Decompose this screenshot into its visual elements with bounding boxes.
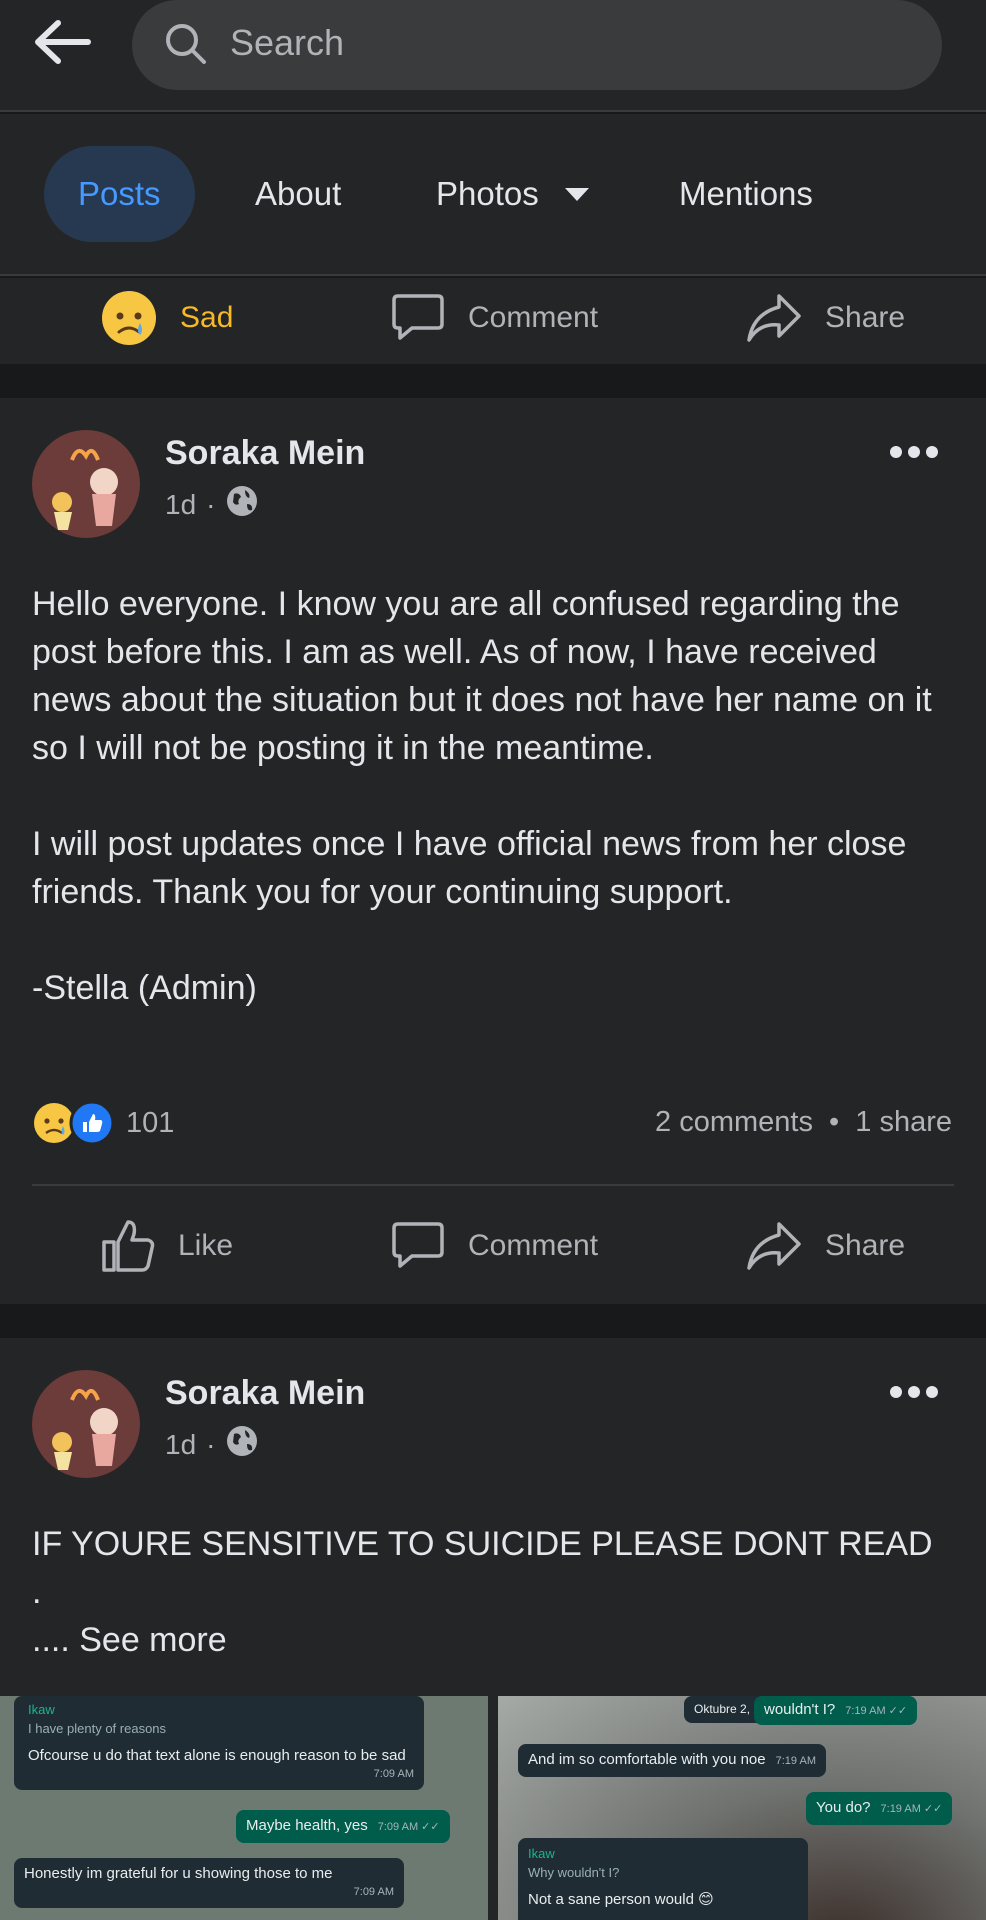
comment-button[interactable]: Comment bbox=[390, 278, 598, 358]
message-text: wouldn't I? bbox=[764, 1701, 836, 1718]
post-text: Hello everyone. I know you are all confu… bbox=[32, 580, 952, 1012]
quote-sender: Ikaw bbox=[528, 1846, 555, 1861]
sent-message: Maybe health, yes 7:09 AM ✓✓ bbox=[236, 1810, 450, 1843]
received-message: And im so comfortable with you noe 7:19 A… bbox=[518, 1744, 826, 1777]
message-time: 7:09 AM bbox=[353, 1886, 394, 1898]
divider bbox=[32, 1184, 954, 1186]
message-time: 7:09 AM ✓✓ bbox=[377, 1821, 440, 1833]
see-more-link[interactable]: .... See more bbox=[32, 1616, 952, 1664]
share-label: Share bbox=[825, 1229, 906, 1262]
post-text: IF YOURE SENSITIVE TO SUICIDE PLEASE DON… bbox=[32, 1520, 952, 1664]
globe-icon bbox=[225, 484, 259, 525]
share-icon bbox=[745, 292, 803, 344]
sent-message: wouldn't I? 7:19 AM ✓✓ bbox=[754, 1696, 918, 1725]
quote-sender: Ikaw bbox=[28, 1702, 55, 1717]
message-text: And im so comfortable with you noe bbox=[528, 1751, 766, 1768]
back-arrow-icon[interactable] bbox=[30, 14, 100, 74]
comment-label: Comment bbox=[468, 1229, 599, 1262]
post-paragraph: IF YOURE SENSITIVE TO SUICIDE PLEASE DON… bbox=[32, 1525, 933, 1563]
reaction-summary[interactable]: 101 bbox=[32, 1100, 174, 1146]
sent-message: You do? 7:19 AM ✓✓ bbox=[806, 1792, 953, 1825]
tab-posts[interactable]: Posts bbox=[44, 146, 195, 242]
message-text: You do? bbox=[816, 1799, 871, 1816]
message-time: 7:09 AM bbox=[373, 1768, 414, 1780]
comment-count[interactable]: 2 comments bbox=[655, 1106, 813, 1138]
chevron-down-icon bbox=[564, 187, 589, 201]
post-author[interactable]: Soraka Mein bbox=[165, 1374, 365, 1413]
more-options-icon[interactable] bbox=[890, 1386, 938, 1398]
share-button[interactable]: Share bbox=[745, 278, 905, 358]
comment-icon bbox=[390, 292, 446, 344]
tab-photos[interactable]: Photos bbox=[436, 146, 589, 242]
reaction-count: 101 bbox=[126, 1106, 175, 1139]
quote-text: I have plenty of reasons bbox=[28, 1721, 167, 1736]
count-separator: • bbox=[829, 1106, 840, 1138]
post-paragraph: -Stella (Admin) bbox=[32, 969, 257, 1007]
tab-about[interactable]: About bbox=[255, 146, 341, 242]
post-card: Soraka Mein 1d · Hello everyone. I know … bbox=[0, 398, 986, 1304]
message-text: Not a sane person would 😊 bbox=[528, 1891, 714, 1908]
received-message: Ikaw Why wouldn't I? Not a sane person w… bbox=[518, 1838, 808, 1920]
comment-label: Comment bbox=[468, 301, 599, 334]
avatar[interactable] bbox=[32, 1370, 140, 1478]
sad-emoji-icon bbox=[100, 289, 158, 347]
reaction-icons bbox=[34, 1100, 115, 1146]
quoted-message: Ikaw I have plenty of reasons Ofcourse u… bbox=[14, 1696, 424, 1790]
thumbs-up-icon bbox=[100, 1218, 156, 1274]
share-button[interactable]: Share bbox=[745, 1206, 905, 1286]
profile-tabs: Posts About Photos Mentions bbox=[0, 114, 986, 276]
search-placeholder: Search bbox=[230, 22, 345, 63]
message-text: Honestly im grateful for u showing those… bbox=[24, 1865, 333, 1882]
post-meta: 1d · bbox=[165, 484, 259, 525]
post-image[interactable]: Oktubre 2, 2022 wouldn't I? 7:19 AM ✓✓ An… bbox=[498, 1696, 986, 1920]
quote-text: Why wouldn't I? bbox=[528, 1865, 620, 1880]
message-text: Ofcourse u do that text alone is enough … bbox=[28, 1747, 406, 1764]
post-paragraph: Hello everyone. I know you are all confu… bbox=[32, 585, 932, 767]
avatar[interactable] bbox=[32, 430, 140, 538]
post-meta: 1d · bbox=[165, 1424, 259, 1465]
share-icon bbox=[745, 1220, 803, 1272]
more-options-icon[interactable] bbox=[890, 446, 938, 458]
search-input[interactable]: Search bbox=[132, 0, 942, 90]
message-time: 7:19 AM ✓✓ bbox=[880, 1803, 943, 1815]
post-time[interactable]: 1d bbox=[165, 489, 196, 521]
post-author[interactable]: Soraka Mein bbox=[165, 434, 365, 473]
message-time: 7:19 AM bbox=[775, 1755, 816, 1767]
message-time: 7:19 AM ✓✓ bbox=[845, 1705, 908, 1717]
like-label: Like bbox=[178, 1229, 234, 1262]
post-image[interactable]: Ikaw I have plenty of reasons Ofcourse u… bbox=[0, 1696, 488, 1920]
post-time[interactable]: 1d bbox=[165, 1429, 196, 1461]
search-icon bbox=[166, 24, 206, 64]
meta-separator: · bbox=[206, 1428, 216, 1460]
share-count[interactable]: 1 share bbox=[855, 1106, 952, 1138]
tab-photos-label: Photos bbox=[436, 175, 539, 212]
post-paragraph: . bbox=[32, 1573, 42, 1611]
engagement-counts[interactable]: 2 comments • 1 share bbox=[655, 1106, 952, 1139]
received-message: Honestly im grateful for u showing those… bbox=[14, 1858, 404, 1908]
share-label: Share bbox=[825, 301, 906, 334]
comment-button[interactable]: Comment bbox=[390, 1206, 598, 1286]
like-button[interactable]: Like bbox=[100, 1206, 233, 1286]
top-bar: Search bbox=[0, 0, 986, 112]
prev-post-footer: Sad Comment Share bbox=[0, 278, 986, 364]
comment-icon bbox=[390, 1220, 446, 1272]
post-paragraph: I will post updates once I have official… bbox=[32, 825, 907, 911]
sad-reaction-label: Sad bbox=[180, 301, 234, 334]
tab-mentions[interactable]: Mentions bbox=[679, 146, 813, 242]
meta-separator: · bbox=[206, 488, 216, 520]
message-text: Maybe health, yes bbox=[246, 1817, 368, 1834]
globe-icon bbox=[225, 1424, 259, 1465]
sad-reaction-button[interactable]: Sad bbox=[100, 278, 233, 358]
